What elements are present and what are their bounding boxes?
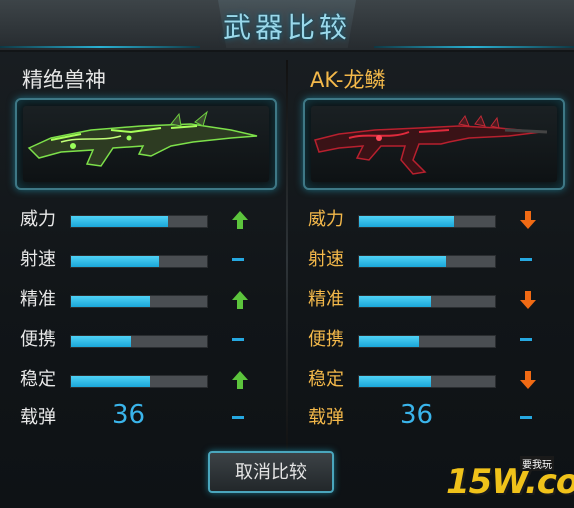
dash-icon	[520, 258, 532, 261]
stat-row-power: 威力	[0, 206, 286, 234]
weapon-name: 精绝兽神	[22, 68, 106, 92]
ammo-value: 36	[400, 400, 434, 430]
dash-icon	[232, 258, 244, 261]
weapon-image-frame	[15, 98, 277, 190]
stat-label: 精准	[308, 289, 344, 310]
weapon-image-frame	[303, 98, 565, 190]
stat-row-stability: 稳定	[0, 366, 286, 394]
stat-label: 威力	[20, 209, 56, 230]
stat-bar	[70, 255, 208, 268]
arrow-down-icon	[520, 371, 536, 389]
arrow-down-icon	[520, 211, 536, 229]
weapon-panel-right: AK-龙鳞 威力 射速 精准 便携 稳定 载弹 36	[288, 56, 574, 508]
stat-label: 载弹	[308, 407, 344, 428]
ammo-value: 36	[112, 400, 146, 430]
arrow-down-icon	[520, 291, 536, 309]
dash-icon	[520, 416, 532, 419]
stat-row-power: 威力	[288, 206, 574, 234]
stat-bar	[358, 335, 496, 348]
stat-row-rate: 射速	[288, 246, 574, 274]
arrow-up-icon	[232, 211, 248, 229]
stat-label: 射速	[20, 249, 56, 270]
cancel-compare-button[interactable]: 取消比较	[208, 451, 334, 493]
weapon-panel-left: 精绝兽神 威力 射速 精准 便携 稳定 载弹 36	[0, 56, 286, 508]
stat-bar	[358, 215, 496, 228]
stat-row-ammo: 载弹 36	[288, 400, 574, 432]
stat-bar	[70, 335, 208, 348]
stat-label: 稳定	[20, 369, 56, 390]
stat-row-accuracy: 精准	[0, 286, 286, 314]
dash-icon	[520, 338, 532, 341]
window-title: 武器比较	[222, 11, 351, 44]
stat-row-rate: 射速	[0, 246, 286, 274]
stat-bar	[70, 295, 208, 308]
stat-row-portability: 便携	[0, 326, 286, 354]
stat-row-portability: 便携	[288, 326, 574, 354]
stat-row-ammo: 载弹 36	[0, 400, 286, 432]
watermark-tag: 要我玩	[520, 456, 554, 471]
dash-icon	[232, 416, 244, 419]
weapon-name: AK-龙鳞	[310, 68, 386, 92]
green-rifle-icon	[27, 110, 258, 167]
stat-label: 载弹	[20, 407, 56, 428]
stat-bar	[70, 215, 208, 228]
stat-bar	[70, 375, 208, 388]
title-bar: 武器比较	[0, 0, 574, 52]
site-watermark-logo: 15W.com 要我玩	[446, 456, 574, 504]
arrow-up-icon	[232, 291, 248, 309]
stat-label: 便携	[308, 329, 344, 350]
red-ak-rifle-icon	[314, 114, 548, 175]
stat-label: 精准	[20, 289, 56, 310]
stat-label: 射速	[308, 249, 344, 270]
stat-bar	[358, 375, 496, 388]
stat-label: 便携	[20, 329, 56, 350]
stat-bar	[358, 255, 496, 268]
stat-label: 威力	[308, 209, 344, 230]
stat-label: 稳定	[308, 369, 344, 390]
watermark-text: 15W.com	[446, 462, 574, 502]
stat-bar	[358, 295, 496, 308]
stat-row-stability: 稳定	[288, 366, 574, 394]
dash-icon	[232, 338, 244, 341]
weapon-compare-window: 武器比较 精绝兽神 威力 射速 精准 便携 稳定 载弹 36 AK-龙鳞 威力 …	[0, 0, 574, 508]
arrow-up-icon	[232, 371, 248, 389]
stat-row-accuracy: 精准	[288, 286, 574, 314]
